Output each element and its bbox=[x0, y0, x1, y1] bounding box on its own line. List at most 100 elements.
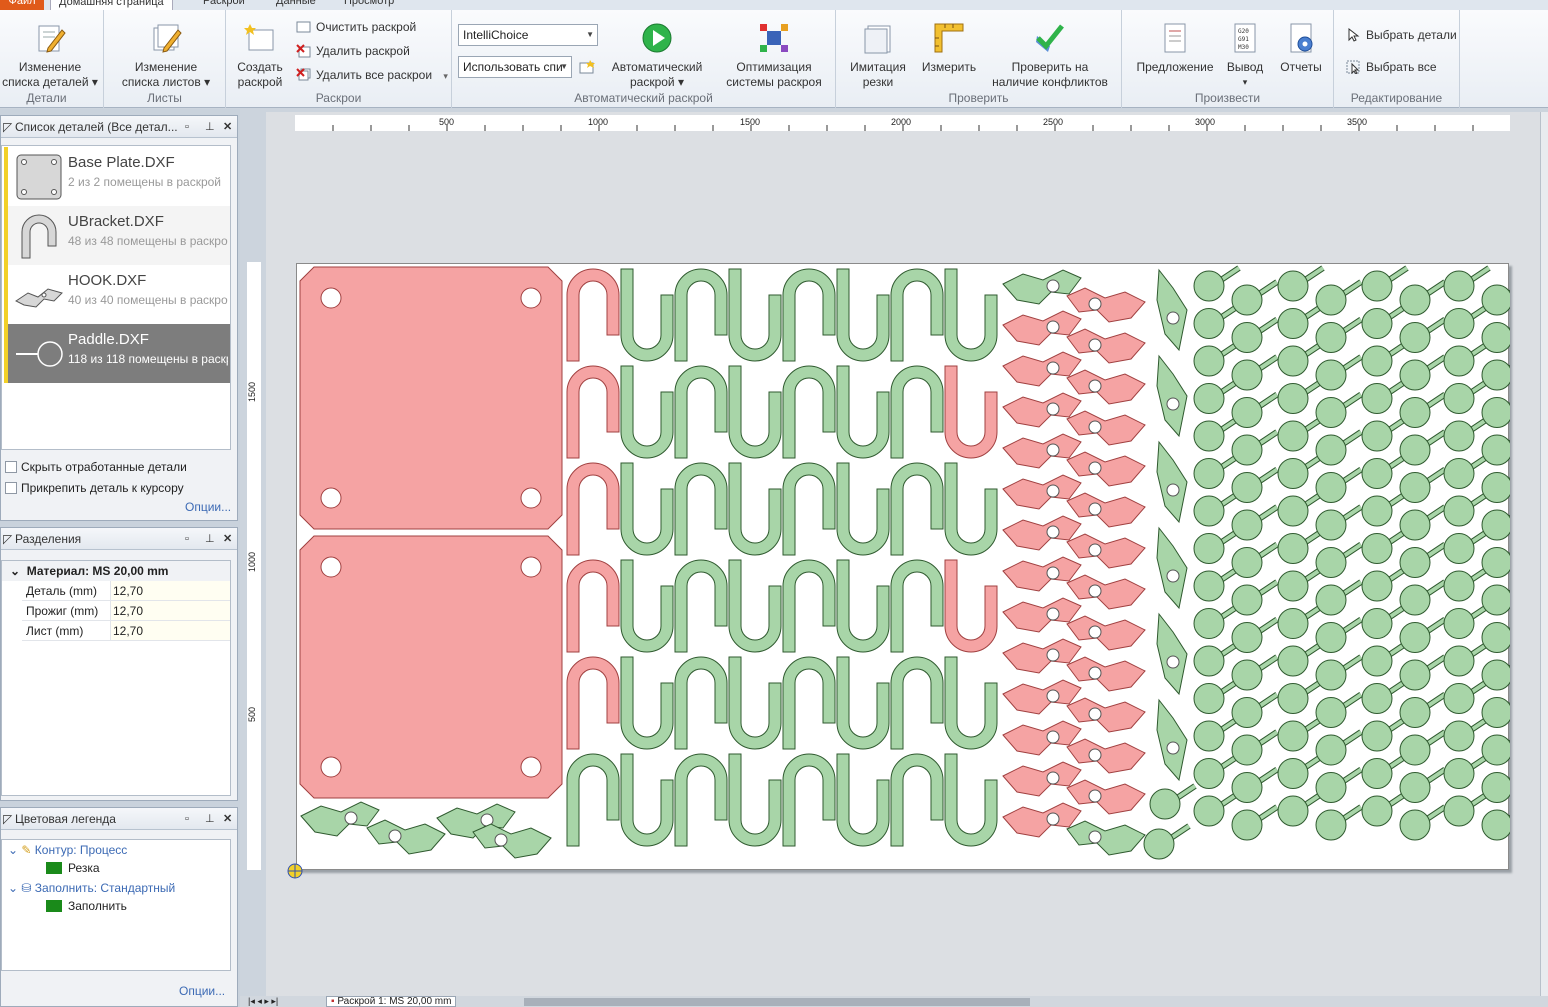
close-icon[interactable]: ✕ bbox=[223, 116, 232, 137]
horizontal-scrollbar[interactable] bbox=[524, 998, 1030, 1006]
part-item-ubracket[interactable]: UBracket.DXF 48 из 48 помещены в раскрой bbox=[4, 206, 230, 265]
nest-drawing[interactable] bbox=[297, 264, 1529, 871]
measure-button[interactable]: Измерить bbox=[916, 22, 982, 75]
paddle-handle-fill bbox=[1257, 805, 1279, 821]
auto-nest-button[interactable]: Автоматический раскрой ▾ bbox=[602, 22, 712, 90]
legend-tree: ⌄ ✎ Контур: Процесс Резка ⌄ ⛁ Заполнить:… bbox=[1, 839, 231, 971]
ubracket-part bbox=[782, 365, 836, 459]
paddle-part bbox=[1361, 570, 1393, 602]
ruler-icon bbox=[933, 22, 965, 54]
auto-nest-label-2: раскрой bbox=[629, 75, 675, 89]
attach-cursor-checkbox[interactable] bbox=[5, 482, 17, 494]
quote-button[interactable]: Предложение bbox=[1130, 22, 1220, 75]
optimize-nesting-button[interactable]: Оптимизация системы раскроя bbox=[718, 22, 830, 90]
clear-nest-button[interactable]: Очистить раскрой bbox=[296, 18, 416, 36]
vertical-scrollbar[interactable] bbox=[1540, 112, 1548, 996]
pin-icon[interactable]: ⊥ bbox=[205, 528, 215, 549]
ribbon-tab-bar: Файл Домашняя страница Раскрой Данные Пр… bbox=[0, 0, 1548, 10]
collapse-icon[interactable]: ⌄ bbox=[10, 564, 20, 578]
paddle-part bbox=[1193, 720, 1225, 752]
nest-tab[interactable]: ▪ Раскрой 1: MS 20,00 mm bbox=[326, 996, 457, 1007]
paddle-part bbox=[1481, 397, 1513, 428]
paddle-part bbox=[1315, 284, 1347, 316]
parts-options-link[interactable]: Опции... bbox=[185, 500, 231, 514]
legend-cut-label: Резка bbox=[68, 861, 100, 875]
paddle-part bbox=[1277, 345, 1309, 377]
paddle-part bbox=[1443, 758, 1475, 789]
spacing-value[interactable]: 12,70 bbox=[110, 601, 230, 620]
spacing-pane: ◸ Разделения ▫ ⊥ ✕ ⌄ Материал: MS 20,00 … bbox=[0, 527, 238, 801]
delete-nest-button[interactable]: Удалить раскрой bbox=[296, 42, 410, 60]
paddle-part bbox=[1315, 809, 1347, 841]
hide-done-checkbox[interactable] bbox=[5, 461, 17, 473]
spacing-title: Разделения bbox=[15, 532, 82, 546]
legend-options-link[interactable]: Опции... bbox=[179, 984, 225, 998]
svg-text:M30: M30 bbox=[1238, 44, 1249, 51]
check-conflicts-button[interactable]: Проверить на наличие конфликтов bbox=[986, 22, 1114, 90]
paddle-handle-fill bbox=[1257, 542, 1279, 559]
change-sheets-list-button[interactable]: Изменение списка листов ▾ bbox=[114, 22, 218, 90]
paddle-part bbox=[1361, 645, 1393, 677]
part-item-paddle[interactable]: Paddle.DXF 118 из 118 помещены в раскрой bbox=[4, 324, 230, 383]
paddle-part bbox=[1277, 495, 1309, 527]
paddle-handle-fill bbox=[1425, 280, 1447, 296]
hook-hole bbox=[1088, 707, 1102, 721]
tab-home[interactable]: Домашняя страница bbox=[50, 0, 173, 10]
hook-hole bbox=[1046, 361, 1060, 375]
paddle-part bbox=[1361, 758, 1393, 789]
spacing-row-part[interactable]: Деталь (mm) 12,70 bbox=[22, 581, 230, 601]
minimize-icon[interactable]: ▫ bbox=[185, 528, 189, 549]
spacing-row-sheet[interactable]: Лист (mm) 12,70 bbox=[22, 621, 230, 641]
nest-settings-icon[interactable] bbox=[578, 59, 596, 78]
output-button[interactable]: G20 G91 M30 Вывод ▾ bbox=[1222, 22, 1268, 90]
nav-first-icon[interactable]: |◂ ◂ ▸ ▸| bbox=[248, 996, 278, 1007]
create-nest-button[interactable]: Создать раскрой bbox=[232, 22, 288, 90]
sheet[interactable] bbox=[296, 263, 1529, 871]
close-icon[interactable]: ✕ bbox=[223, 808, 232, 829]
legend-contour-row[interactable]: ⌄ ✎ Контур: Процесс bbox=[8, 843, 127, 857]
part-item-hook[interactable]: HOOK.DXF 40 из 40 помещены в раскрой bbox=[4, 265, 230, 324]
tab-file[interactable]: Файл bbox=[0, 0, 44, 10]
group-nests: Создать раскрой Очистить раскрой Удалить… bbox=[226, 10, 452, 108]
strategy-combo[interactable]: IntelliChoice ▼ bbox=[458, 24, 598, 46]
paddle-part bbox=[1481, 659, 1513, 691]
legend-fill-row[interactable]: ⌄ ⛁ Заполнить: Стандартный bbox=[8, 881, 175, 895]
paddle-part bbox=[1481, 622, 1513, 653]
hook-part bbox=[1066, 492, 1146, 528]
paddle-part bbox=[1481, 509, 1513, 541]
reports-button[interactable]: Отчеты bbox=[1272, 22, 1330, 75]
paddle-part bbox=[1361, 270, 1393, 302]
change-parts-list-button[interactable]: Изменение списка деталей ▾ bbox=[0, 22, 100, 90]
group-label-auto-nest: Автоматический раскрой bbox=[574, 91, 713, 105]
hook-part bbox=[1066, 369, 1146, 405]
minimize-icon[interactable]: ▫ bbox=[185, 808, 189, 829]
select-parts-button[interactable]: Выбрать детали bbox=[1346, 26, 1457, 44]
pin-icon[interactable]: ⊥ bbox=[205, 808, 215, 829]
hook-hole bbox=[1046, 320, 1060, 334]
paddle-handle-fill bbox=[1341, 805, 1363, 821]
pin-icon[interactable]: ⊥ bbox=[205, 116, 215, 137]
tab-data[interactable]: Данные bbox=[268, 0, 324, 10]
spacing-row-pierce[interactable]: Прожиг (mm) 12,70 bbox=[22, 601, 230, 621]
use-combo[interactable]: Использовать спи ▼ bbox=[458, 56, 572, 78]
hook-hole bbox=[1046, 484, 1060, 498]
part-item-base-plate[interactable]: Base Plate.DXF 2 из 2 помещены в раскрой bbox=[4, 147, 230, 206]
delete-all-nests-button[interactable]: Удалить все раскрои ▾ bbox=[296, 66, 448, 84]
tab-view[interactable]: Просмотр bbox=[336, 0, 402, 10]
material-row[interactable]: ⌄ Материал: MS 20,00 mm bbox=[2, 561, 230, 581]
delete-all-dropdown-icon[interactable]: ▾ bbox=[443, 71, 448, 81]
play-icon bbox=[641, 22, 673, 54]
paddle-part bbox=[1361, 795, 1393, 827]
select-all-button[interactable]: Выбрать все bbox=[1346, 58, 1437, 76]
simulate-cutting-button[interactable]: Имитация резки bbox=[842, 22, 914, 90]
paddle-part bbox=[1361, 608, 1393, 639]
paddle-part bbox=[1193, 308, 1225, 339]
svg-text:G20: G20 bbox=[1238, 28, 1249, 35]
close-icon[interactable]: ✕ bbox=[223, 528, 232, 549]
spacing-value[interactable]: 12,70 bbox=[110, 581, 230, 600]
minimize-icon[interactable]: ▫ bbox=[185, 116, 189, 137]
tab-nest[interactable]: Раскрой bbox=[195, 0, 253, 10]
hook-hole bbox=[1166, 655, 1180, 669]
bolt-hole bbox=[320, 756, 342, 778]
spacing-value[interactable]: 12,70 bbox=[110, 621, 230, 640]
